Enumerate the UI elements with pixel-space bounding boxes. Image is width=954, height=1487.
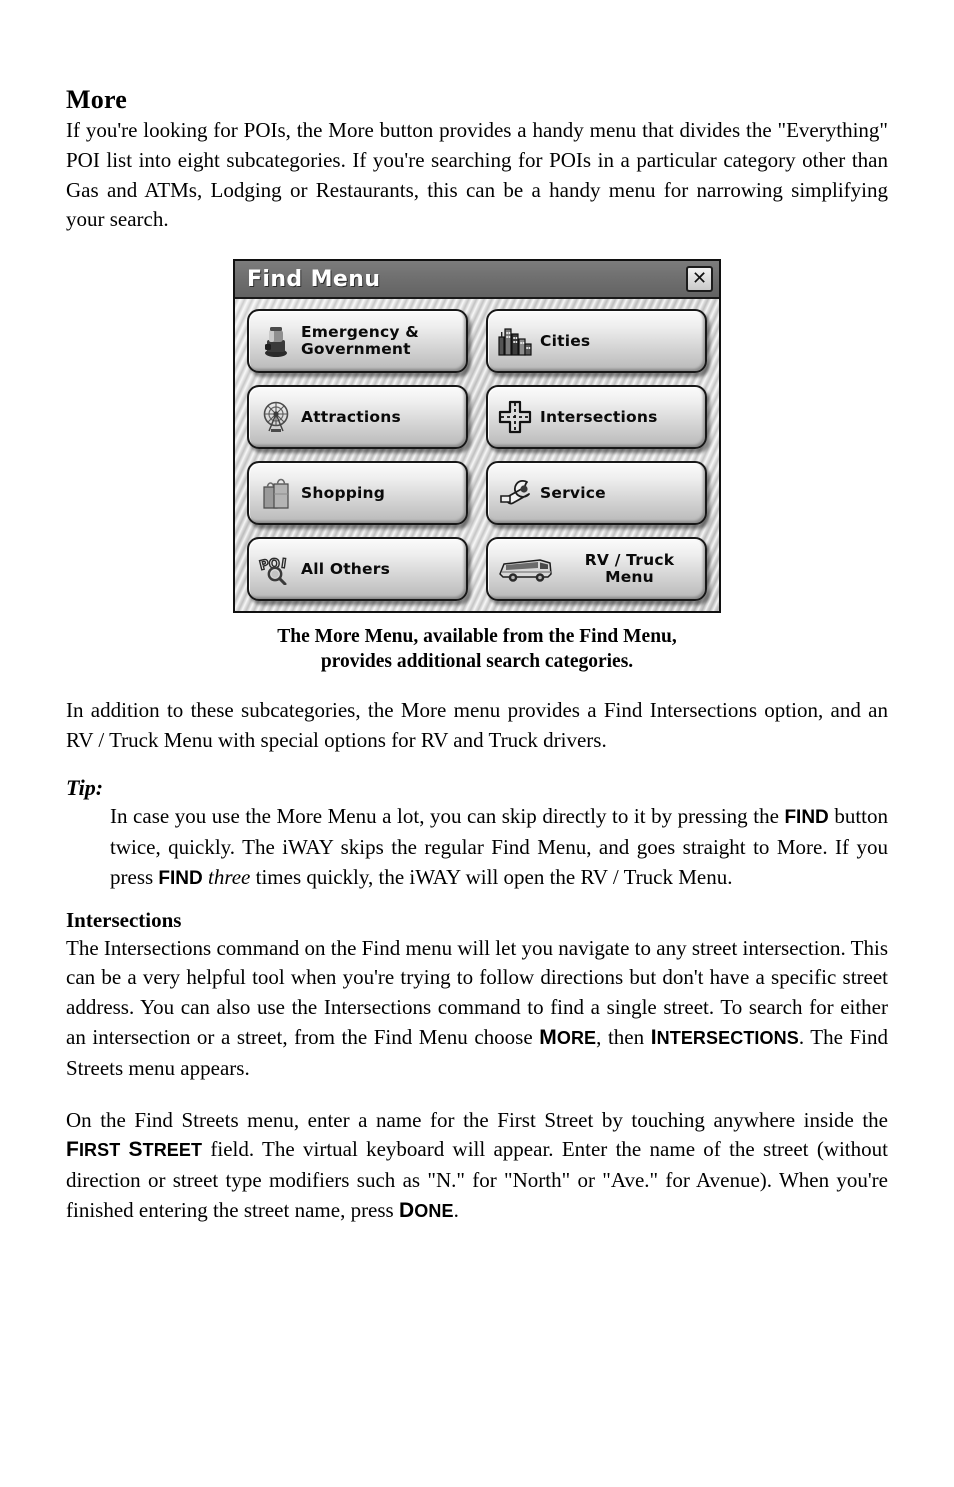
figure-find-menu: Find Menu ✕ Emergency & Government Citie… [66, 259, 888, 674]
figure-caption-line-2: provides additional search categories. [320, 651, 634, 673]
smallcaps-more: MORE [539, 1025, 597, 1049]
tip-heading: Tip: [66, 774, 104, 800]
document-page: More If you're looking for POIs, the Mor… [66, 85, 888, 1227]
kbd-find-1: FIND [784, 807, 829, 829]
menu-button-label: RV / Truck Menu [584, 551, 675, 587]
menu-button-service[interactable]: Service [486, 461, 707, 526]
page-title-more: More [66, 85, 127, 114]
device-title-label: Find Menu [247, 266, 381, 292]
tip-text-part4: times quickly, the iWAY will open the RV… [250, 864, 733, 889]
more-intro-paragraph: If you're looking for POIs, the More but… [66, 118, 888, 232]
shopping-bags-icon [255, 474, 297, 512]
tip-paragraph: In case you use the More Menu a lot, you… [66, 802, 888, 893]
intersections-p1-part2: , then [596, 1024, 651, 1049]
close-icon[interactable]: ✕ [686, 266, 713, 293]
kbd-find-2: FIND [158, 867, 203, 889]
menu-button-shopping[interactable]: Shopping [247, 461, 468, 526]
smallcaps-intersections: INTERSECTIONS [650, 1025, 799, 1049]
smallcaps-first-street: FIRST STREET [66, 1138, 203, 1162]
crossroads-icon [494, 398, 536, 436]
smallcaps-done: DONE [398, 1198, 454, 1222]
menu-button-label: All Others [301, 559, 391, 578]
menu-button-label: Cities [540, 331, 591, 350]
menu-button-label: Service [540, 483, 606, 502]
rv-bus-icon [494, 550, 556, 588]
menu-button-attractions[interactable]: Attractions [247, 385, 468, 450]
menu-button-emergency-government[interactable]: Emergency & Government [247, 309, 468, 374]
intersections-paragraph-1: The Intersections command on the Find me… [66, 934, 888, 1084]
after-figure-paragraph: In addition to these subcategories, the … [66, 698, 888, 753]
ferris-wheel-icon [255, 398, 297, 436]
siren-beacon-icon [255, 322, 297, 360]
tip-emphasis-three: three [208, 864, 251, 889]
poi-magnifier-icon: P O I [255, 550, 297, 588]
tip-text-part1: In case you use the More Menu a lot, you… [110, 804, 785, 829]
figure-caption-line-1: The More Menu, available from the Find M… [277, 626, 677, 648]
section-heading-intersections: Intersections [66, 908, 182, 933]
device-titlebar: Find Menu ✕ [235, 261, 719, 300]
device-screenshot-find-menu: Find Menu ✕ Emergency & Government Citie… [233, 259, 721, 614]
menu-button-intersections[interactable]: Intersections [486, 385, 707, 450]
intersections-paragraph-2: On the Find Streets menu, enter a name f… [66, 1106, 888, 1227]
city-skyline-icon [494, 322, 536, 360]
intersections-p2-part1: On the Find Streets menu, enter a name f… [66, 1107, 888, 1132]
menu-button-all-others[interactable]: P O I All Others [247, 537, 468, 602]
menu-button-label: Shopping [301, 483, 386, 502]
menu-button-label: Intersections [540, 407, 658, 426]
wrench-icon [494, 474, 536, 512]
svg-text:I: I [280, 557, 287, 573]
menu-button-rv-truck-menu[interactable]: RV / Truck Menu [486, 537, 707, 602]
menu-button-label: Attractions [301, 407, 401, 426]
menu-button-label: Emergency & Government [301, 323, 419, 359]
figure-caption: The More Menu, available from the Find M… [277, 624, 677, 674]
device-button-grid: Emergency & Government Cities Attraction… [247, 309, 707, 602]
intersections-p2-part3: . [453, 1197, 459, 1222]
menu-button-cities[interactable]: Cities [486, 309, 707, 374]
